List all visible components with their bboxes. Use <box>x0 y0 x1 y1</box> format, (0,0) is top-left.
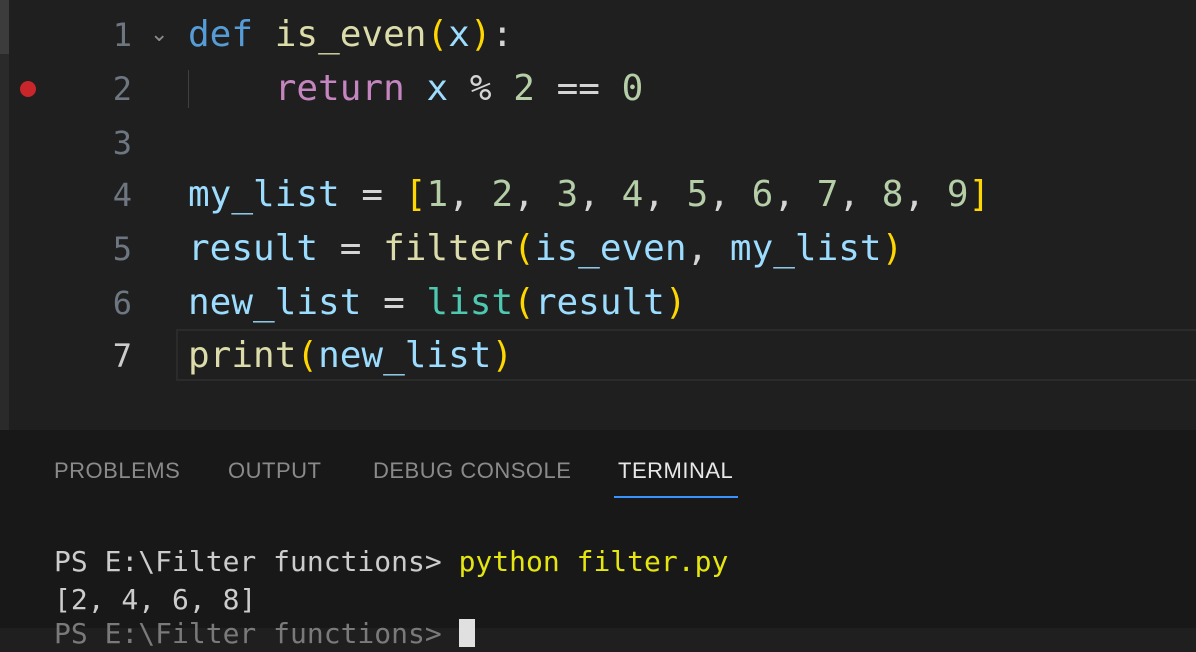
code-text[interactable]: my_list = [1, 2, 3, 4, 5, 6, 7, 8, 9] <box>188 168 990 222</box>
line-number: 6 <box>112 284 132 322</box>
terminal-command: python filter.py <box>458 545 729 578</box>
code-line-6[interactable]: 6 new_list = list(result) <box>0 276 1196 330</box>
tab-terminal[interactable]: TERMINAL <box>618 458 733 484</box>
code-text[interactable]: return x % 2 == 0 <box>188 62 644 116</box>
tab-output[interactable]: OUTPUT <box>228 458 321 484</box>
code-text[interactable]: new_list = list(result) <box>188 276 687 330</box>
code-line-1[interactable]: 1 ⌄ def is_even(x): <box>0 8 1196 62</box>
code-line-5[interactable]: 5 result = filter(is_even, my_list) <box>0 222 1196 276</box>
code-text[interactable]: print(new_list) <box>188 329 513 383</box>
line-number: 1 <box>112 16 132 54</box>
code-line-7[interactable]: 7 print(new_list) <box>0 329 1196 383</box>
terminal-cursor <box>458 619 475 647</box>
terminal-prompt: PS E:\Filter functions> <box>54 617 459 650</box>
code-editor[interactable]: 1 ⌄ def is_even(x): 2 return x % 2 == 0 … <box>0 0 1196 430</box>
terminal-prompt: PS E:\Filter functions> <box>54 545 459 578</box>
chevron-down-icon[interactable]: ⌄ <box>150 8 168 62</box>
code-line-2[interactable]: 2 return x % 2 == 0 <box>0 62 1196 116</box>
line-number: 5 <box>112 230 132 268</box>
line-number: 2 <box>112 70 132 108</box>
code-text[interactable]: result = filter(is_even, my_list) <box>188 222 903 276</box>
terminal-output: [2, 4, 6, 8] <box>54 583 257 616</box>
active-tab-indicator <box>614 496 738 498</box>
code-line-3[interactable]: 3 <box>0 116 1196 170</box>
tab-debug-console[interactable]: DEBUG CONSOLE <box>373 458 571 484</box>
breakpoint-icon[interactable] <box>20 81 36 97</box>
code-line-4[interactable]: 4 my_list = [1, 2, 3, 4, 5, 6, 7, 8, 9] <box>0 168 1196 222</box>
bottom-panel: PROBLEMS OUTPUT DEBUG CONSOLE TERMINAL P… <box>0 430 1196 650</box>
line-number: 7 <box>112 337 132 375</box>
terminal-next-prompt-line[interactable]: PS E:\Filter functions> <box>54 616 475 652</box>
line-number: 4 <box>112 176 132 214</box>
terminal-command-line[interactable]: PS E:\Filter functions> python filter.py <box>54 544 728 580</box>
line-number: 3 <box>112 124 132 162</box>
code-text[interactable]: def is_even(x): <box>188 8 513 62</box>
tab-problems[interactable]: PROBLEMS <box>54 458 180 484</box>
